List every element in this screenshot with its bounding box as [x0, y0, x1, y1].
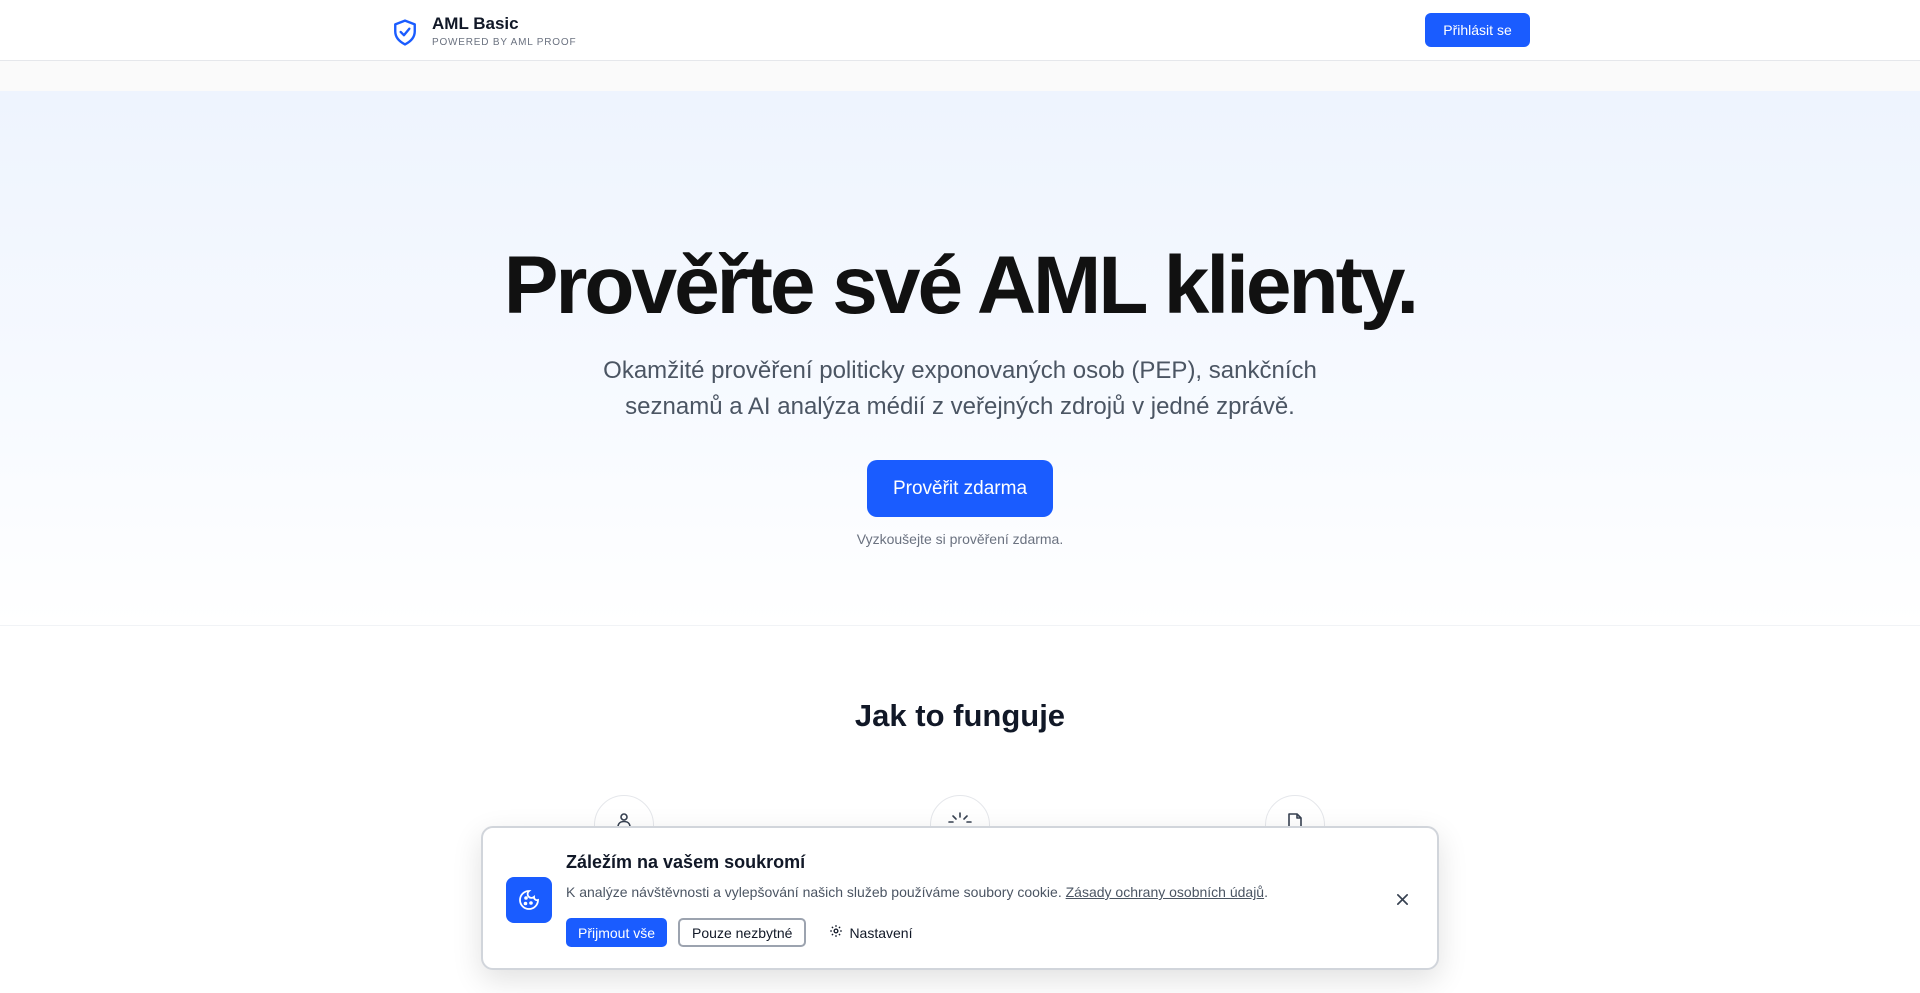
cookie-description: K analýze návštěvnosti a vylepšování naš… — [566, 884, 1062, 900]
shield-check-icon — [390, 16, 420, 48]
cookie-consent-banner: Záležím na vašem soukromí K analýze návš… — [481, 826, 1439, 970]
hero-title: Prověřte své AML klienty. — [503, 240, 1419, 331]
brand-tagline: POWERED BY AML PROOF — [432, 37, 577, 48]
cookie-title: Záležím na vašem soukromí — [566, 852, 806, 872]
close-icon[interactable] — [1394, 891, 1410, 907]
accept-all-button[interactable]: Přijmout vše — [566, 918, 668, 947]
privacy-policy-link[interactable]: Zásady ochrany osobních údajů — [1066, 884, 1264, 900]
hero-subtitle: Okamžité prověření politicky exponovanýc… — [603, 357, 1317, 420]
cookie-settings-label: Nastavení — [849, 924, 913, 941]
login-button[interactable]: Přihlásit se — [1425, 13, 1530, 47]
brand-name: AML Basic — [432, 14, 519, 33]
cta-note: Vyzkoušejte si prověření zdarma. — [856, 531, 1064, 547]
cookie-text: K analýze návštěvnosti a vylepšování naš… — [566, 884, 1268, 900]
cookie-actions: Přijmout vše Pouze nezbytné Nastavení — [566, 918, 924, 947]
cookie-text-end: . — [1264, 884, 1268, 900]
cookie-icon — [506, 877, 552, 923]
brand-text: AML Basic POWERED BY AML PROOF — [432, 14, 576, 50]
necessary-only-button[interactable]: Pouze nezbytné — [678, 918, 807, 947]
header-strip — [0, 61, 1920, 91]
gear-icon — [829, 924, 843, 941]
hero-section: Prověřte své AML klienty. Okamžité prově… — [0, 91, 1920, 626]
top-navbar: AML Basic POWERED BY AML PROOF Přihlásit… — [0, 0, 1920, 61]
cookie-settings-button[interactable]: Nastavení — [817, 918, 924, 947]
how-it-works-title: Jak to funguje — [854, 698, 1066, 733]
brand[interactable]: AML Basic POWERED BY AML PROOF — [390, 14, 576, 50]
check-free-button[interactable]: Prověřit zdarma — [867, 460, 1053, 517]
